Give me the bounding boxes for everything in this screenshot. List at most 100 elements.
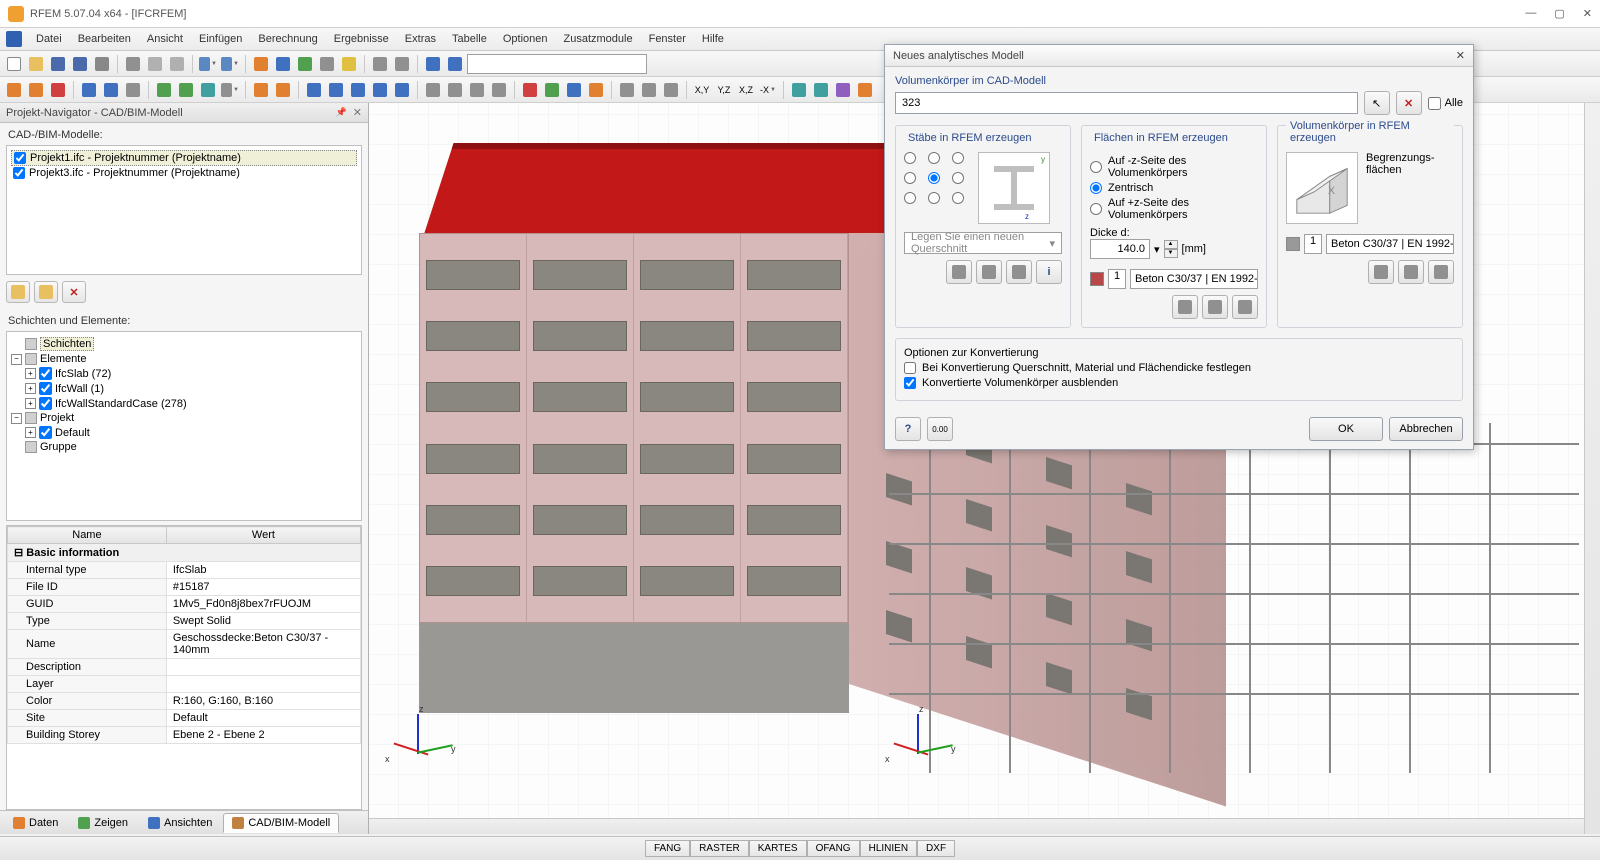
cut-button[interactable] bbox=[123, 54, 143, 74]
qs-btn3[interactable] bbox=[1006, 260, 1032, 284]
stab-radio[interactable] bbox=[928, 192, 940, 204]
vol-btn3[interactable] bbox=[1428, 260, 1454, 284]
pin-icon[interactable]: 📌 bbox=[336, 107, 347, 118]
mat-btn1[interactable] bbox=[1172, 295, 1198, 319]
tv-yz[interactable]: Y,Z bbox=[714, 80, 734, 100]
tree-checkbox[interactable] bbox=[39, 382, 52, 395]
clear-icon[interactable]: ✕ bbox=[1396, 91, 1422, 115]
spin-up[interactable]: ▲ bbox=[1164, 240, 1178, 249]
expand-icon[interactable]: − bbox=[11, 354, 22, 365]
status-raster[interactable]: RASTER bbox=[690, 840, 749, 857]
tree-gruppe[interactable]: Gruppe bbox=[40, 441, 77, 453]
ok-button[interactable]: OK bbox=[1309, 417, 1383, 441]
status-fang[interactable]: FANG bbox=[645, 840, 690, 857]
delete-button[interactable]: ✕ bbox=[62, 281, 86, 303]
menu-ansicht[interactable]: Ansicht bbox=[141, 31, 189, 47]
tv-30[interactable] bbox=[811, 80, 831, 100]
print-button[interactable] bbox=[92, 54, 112, 74]
tb-i[interactable] bbox=[445, 54, 465, 74]
mat-btn2[interactable] bbox=[1202, 295, 1228, 319]
tv-4[interactable] bbox=[79, 80, 99, 100]
alle-checkbox[interactable] bbox=[1428, 97, 1441, 110]
tv-6[interactable] bbox=[123, 80, 143, 100]
tv-23[interactable] bbox=[542, 80, 562, 100]
minimize-button[interactable]: — bbox=[1525, 7, 1536, 20]
material-select[interactable]: Beton C30/37 | EN 1992-▾ bbox=[1326, 234, 1454, 254]
units-icon[interactable]: 0.00 bbox=[927, 417, 953, 441]
tb-f[interactable] bbox=[370, 54, 390, 74]
tab-daten[interactable]: Daten bbox=[4, 813, 67, 833]
tv-20[interactable] bbox=[467, 80, 487, 100]
model-checkbox[interactable] bbox=[13, 167, 25, 179]
querschnitt-combo[interactable]: Legen Sie einen neuen Querschnitt▾ bbox=[904, 232, 1062, 254]
tv-31[interactable] bbox=[833, 80, 853, 100]
open-button[interactable] bbox=[26, 54, 46, 74]
qs-info-icon[interactable]: i bbox=[1036, 260, 1062, 284]
stab-radio[interactable] bbox=[952, 172, 964, 184]
tv-17[interactable] bbox=[392, 80, 412, 100]
status-kartes[interactable]: KARTES bbox=[749, 840, 807, 857]
spin-down[interactable]: ▼ bbox=[1164, 249, 1178, 258]
tb-h[interactable] bbox=[423, 54, 443, 74]
tree-checkbox[interactable] bbox=[39, 426, 52, 439]
help-icon[interactable]: ? bbox=[895, 417, 921, 441]
tb-g[interactable] bbox=[392, 54, 412, 74]
tv-3[interactable] bbox=[48, 80, 68, 100]
stab-radio[interactable] bbox=[904, 152, 916, 164]
qs-btn2[interactable] bbox=[976, 260, 1002, 284]
menu-fenster[interactable]: Fenster bbox=[643, 31, 692, 47]
status-hlinien[interactable]: HLINIEN bbox=[860, 840, 917, 857]
material-number[interactable]: 1 bbox=[1304, 234, 1322, 254]
expand-icon[interactable]: + bbox=[25, 427, 36, 438]
tree-default[interactable]: Default bbox=[55, 427, 90, 439]
radio-zentrisch[interactable] bbox=[1090, 182, 1102, 194]
paste-button[interactable] bbox=[167, 54, 187, 74]
tv-16[interactable] bbox=[370, 80, 390, 100]
vol-btn1[interactable] bbox=[1368, 260, 1394, 284]
tree-ifcwall[interactable]: IfcWall (1) bbox=[55, 383, 104, 395]
toolbar-combo[interactable] bbox=[467, 54, 647, 74]
tv-28[interactable] bbox=[661, 80, 681, 100]
status-ofang[interactable]: OFANG bbox=[807, 840, 860, 857]
tb-d[interactable] bbox=[317, 54, 337, 74]
tv-1[interactable] bbox=[4, 80, 24, 100]
tv-10[interactable]: ▼ bbox=[220, 80, 240, 100]
tv-26[interactable] bbox=[617, 80, 637, 100]
expand-icon[interactable]: + bbox=[25, 383, 36, 394]
copy-button[interactable] bbox=[145, 54, 165, 74]
tv-22[interactable] bbox=[520, 80, 540, 100]
tb-e[interactable] bbox=[339, 54, 359, 74]
stab-radio[interactable] bbox=[928, 172, 940, 184]
expand-icon[interactable]: + bbox=[25, 368, 36, 379]
stab-radio[interactable] bbox=[952, 192, 964, 204]
radio-minus-z[interactable] bbox=[1090, 161, 1102, 173]
tree-ifcslab[interactable]: IfcSlab (72) bbox=[55, 368, 111, 380]
stab-radio[interactable] bbox=[904, 172, 916, 184]
stab-position-grid[interactable] bbox=[904, 152, 968, 204]
redo-button[interactable]: ▼ bbox=[220, 54, 240, 74]
tree-schichten[interactable]: Schichten bbox=[40, 337, 94, 351]
menu-zusatzmodule[interactable]: Zusatzmodule bbox=[558, 31, 639, 47]
volumes-input[interactable] bbox=[895, 92, 1358, 114]
undo-button[interactable]: ▼ bbox=[198, 54, 218, 74]
tv-9[interactable] bbox=[198, 80, 218, 100]
tv-xz[interactable]: X,Z bbox=[736, 80, 756, 100]
tv-xdd[interactable]: -X▼ bbox=[758, 80, 778, 100]
menu-ergebnisse[interactable]: Ergebnisse bbox=[328, 31, 395, 47]
menu-einfuegen[interactable]: Einfügen bbox=[193, 31, 248, 47]
material-number[interactable]: 1 bbox=[1108, 269, 1126, 289]
tv-2[interactable] bbox=[26, 80, 46, 100]
maximize-button[interactable]: ▢ bbox=[1554, 7, 1564, 20]
tab-ansichten[interactable]: Ansichten bbox=[139, 813, 221, 833]
status-dxf[interactable]: DXF bbox=[917, 840, 955, 857]
pick-icon[interactable]: ↖ bbox=[1364, 91, 1390, 115]
folder2-button[interactable] bbox=[34, 281, 58, 303]
scrollbar-vertical[interactable] bbox=[1584, 103, 1600, 834]
stab-radio[interactable] bbox=[952, 152, 964, 164]
opt2-checkbox[interactable] bbox=[904, 377, 916, 389]
tv-25[interactable] bbox=[586, 80, 606, 100]
tab-cadbim[interactable]: CAD/BIM-Modell bbox=[223, 813, 339, 833]
menu-extras[interactable]: Extras bbox=[399, 31, 442, 47]
cancel-button[interactable]: Abbrechen bbox=[1389, 417, 1463, 441]
tv-27[interactable] bbox=[639, 80, 659, 100]
